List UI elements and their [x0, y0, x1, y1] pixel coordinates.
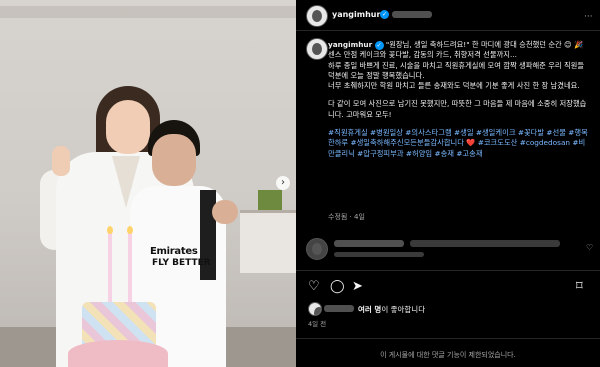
candle	[128, 232, 132, 304]
peace-sign-hand	[52, 146, 70, 176]
more-options-icon[interactable]: ···	[584, 12, 593, 22]
send-icon[interactable]: ➤	[352, 279, 363, 294]
caption-username[interactable]: yangimhur	[328, 40, 372, 49]
candle	[108, 232, 112, 304]
commenter-avatar[interactable]	[306, 238, 328, 260]
likes-suffix: 이 좋아합니다	[381, 305, 426, 314]
header-username[interactable]: yangimhur	[332, 10, 380, 19]
likes-summary[interactable]: 여러 명이 좋아합니다	[358, 304, 425, 315]
woman-face	[106, 100, 150, 154]
verified-badge-icon: ✓	[380, 10, 389, 19]
post-sidebar: yangimhur ✓ ··· yangimhur ✓ "원장님, 생일 축하드…	[296, 0, 600, 367]
boy-hand	[212, 200, 238, 224]
post-caption: yangimhur ✓ "원장님, 생일 축하드려요!" 한 마디에 광대 승천…	[328, 40, 590, 159]
redacted-comment-user	[334, 240, 404, 247]
background-shelf	[240, 210, 296, 273]
candle-flame	[107, 226, 113, 234]
caption-avatar[interactable]	[306, 38, 328, 60]
heart-icon[interactable]: ♡	[308, 279, 320, 294]
chevron-right-icon[interactable]: ›	[276, 176, 290, 190]
divider	[296, 338, 600, 339]
post-date: 4일 전	[308, 320, 327, 328]
redacted-comment-text	[410, 240, 560, 247]
jersey-sponsor-text: Emirates	[150, 246, 198, 257]
likes-count[interactable]: 여러 명	[358, 305, 381, 314]
hashtags[interactable]: #직원휴게실 #병원일상 #의사스타그램 #생일 #생일케이크 #꽃다발 #선물…	[328, 128, 590, 159]
post-meta: 수정됨 · 4일	[328, 213, 365, 221]
cake-base	[68, 340, 168, 367]
post-actions: ♡ ◯ ➤ ⌑	[308, 279, 592, 297]
comment-icon[interactable]: ◯	[330, 279, 345, 294]
caption-line: 하루 종일 바쁘게 진료, 시술을 마치고 직원휴게실에 모여 깜짝 생파해준 …	[328, 60, 585, 80]
redacted-text	[392, 11, 432, 18]
post-header: yangimhur ✓ ···	[296, 0, 600, 31]
redacted-comment-meta	[334, 252, 424, 257]
caption-line: 센스 만점 케이크와 꽃다발, 감동의 카드, 취향저격 선물까지...	[328, 50, 517, 60]
caption-line: "원장님, 생일 축하드려요!" 한 마디에 광대 승천했던 순간 😊 🎉	[385, 40, 584, 49]
caption-line: 너무 초췌하지만 학원 마치고 들른 송재와도 덕분에 기분 좋게 사진 한 장…	[328, 81, 580, 91]
boy-face-blurred	[152, 134, 196, 186]
jersey-slogan-text: FLY BETTER	[152, 258, 211, 268]
avatar[interactable]	[306, 5, 328, 27]
post-photo[interactable]: Emirates FLY BETTER ›	[0, 0, 296, 367]
candle-flame	[127, 226, 133, 234]
comments-limited-notice: 이 게시물에 대한 댓글 기능이 제한되었습니다.	[380, 351, 516, 359]
verified-badge-icon: ✓	[374, 40, 384, 50]
caption-line: 다 같이 모여 사진으로 남기진 못했지만, 따뜻한 그 마음들 제 마음에 소…	[328, 99, 587, 119]
liker-avatar	[308, 302, 322, 316]
comment-heart-icon[interactable]: ♡	[586, 243, 593, 252]
wall-molding	[0, 6, 296, 18]
background-box	[258, 190, 282, 210]
divider	[296, 270, 600, 271]
bookmark-icon[interactable]: ⌑	[576, 279, 583, 294]
redacted-liker	[324, 305, 354, 312]
